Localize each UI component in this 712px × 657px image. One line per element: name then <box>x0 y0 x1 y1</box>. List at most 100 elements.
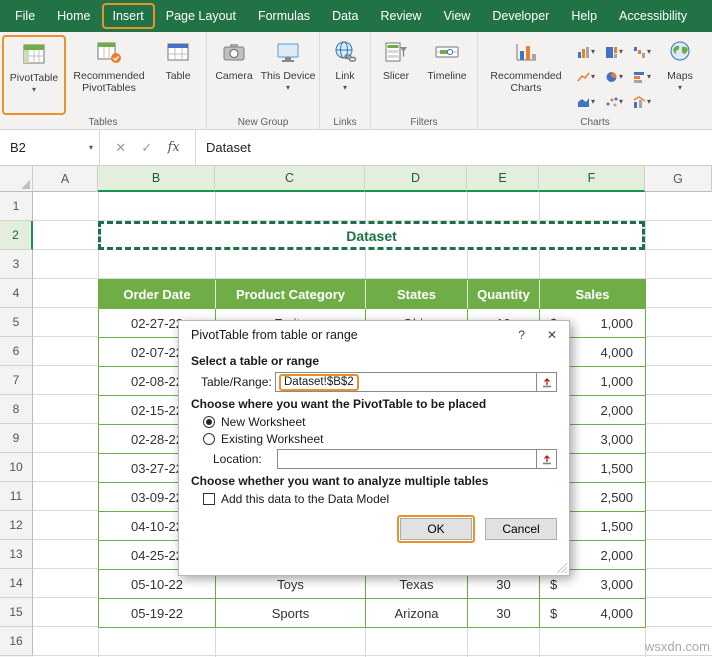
pie-chart-icon[interactable]: ▾ <box>600 64 628 89</box>
row-header[interactable]: 10 <box>0 453 33 482</box>
row-header[interactable]: 2 <box>0 221 33 250</box>
help-icon[interactable]: ? <box>518 328 525 342</box>
line-chart-icon[interactable]: ▾ <box>572 64 600 89</box>
tab-formulas[interactable]: Formulas <box>247 3 321 29</box>
cancel-icon[interactable]: ✕ <box>115 140 126 156</box>
tab-data[interactable]: Data <box>321 3 369 29</box>
row-header[interactable]: 11 <box>0 482 33 511</box>
name-box-dropdown-icon[interactable]: ▾ <box>89 143 93 152</box>
table-cell[interactable]: Sports <box>216 599 366 628</box>
area-chart-icon[interactable]: ▾ <box>572 89 600 114</box>
scatter-chart-icon[interactable]: ▾ <box>600 89 628 114</box>
maps-button[interactable]: Maps ▾ <box>656 35 704 115</box>
table-cell[interactable]: 30 <box>468 599 540 628</box>
row-header[interactable]: 6 <box>0 337 33 366</box>
waterfall-chart-icon[interactable]: ▾ <box>628 39 656 64</box>
ok-button[interactable]: OK <box>400 518 472 540</box>
column-header-a[interactable]: A <box>33 166 98 192</box>
table-header-cell[interactable]: Sales <box>540 280 646 309</box>
row-header[interactable]: 13 <box>0 540 33 569</box>
column-header-e[interactable]: E <box>467 166 539 192</box>
location-input[interactable] <box>277 449 537 469</box>
hierarchy-chart-icon[interactable]: ▾ <box>600 39 628 64</box>
chevron-down-icon: ▾ <box>285 83 290 93</box>
tab-view[interactable]: View <box>432 3 481 29</box>
camera-icon <box>221 39 247 68</box>
combo-chart-icon[interactable]: ▾ <box>628 89 656 114</box>
column-header-c[interactable]: C <box>215 166 365 192</box>
row-header[interactable]: 8 <box>0 395 33 424</box>
location-label: Location: <box>213 452 262 466</box>
watermark: wsxdn.com <box>644 639 710 654</box>
pivottable-button[interactable]: PivotTable ▾ <box>2 35 66 115</box>
tab-help[interactable]: Help <box>560 3 608 29</box>
row-header[interactable]: 4 <box>0 279 33 308</box>
close-icon[interactable]: ✕ <box>547 328 557 342</box>
insert-function-icon[interactable]: fx <box>168 140 180 155</box>
column-header-d[interactable]: D <box>365 166 467 192</box>
resize-grip[interactable] <box>557 563 567 573</box>
recommended-pivottables-button[interactable]: Recommended PivotTables <box>66 35 152 115</box>
bar-chart-icon[interactable]: ▾ <box>628 64 656 89</box>
tab-file[interactable]: File <box>4 3 46 29</box>
table-range-input[interactable]: Dataset!$B$2 <box>275 372 537 392</box>
tab-review[interactable]: Review <box>369 3 432 29</box>
column-header-g[interactable]: G <box>645 166 712 192</box>
enter-icon[interactable]: ✓ <box>141 140 152 156</box>
camera-button[interactable]: Camera <box>209 35 259 115</box>
pivottable-label: PivotTable <box>9 72 59 84</box>
link-label: Link <box>335 70 355 82</box>
row-header[interactable]: 5 <box>0 308 33 337</box>
row-header[interactable]: 1 <box>0 192 33 221</box>
tab-home[interactable]: Home <box>46 3 101 29</box>
existing-worksheet-radio[interactable] <box>203 433 215 445</box>
table-header-cell[interactable]: Order Date <box>99 280 216 309</box>
ribbon-tab-bar: File Home Insert Page Layout Formulas Da… <box>0 0 712 32</box>
row-header[interactable]: 7 <box>0 366 33 395</box>
table-cell[interactable]: Arizona <box>366 599 468 628</box>
maps-label: Maps <box>667 70 693 82</box>
new-worksheet-radio[interactable] <box>203 416 215 428</box>
table-header-cell[interactable]: States <box>366 280 468 309</box>
table-cell[interactable]: $4,000 <box>540 599 646 628</box>
column-header-f[interactable]: F <box>539 166 645 192</box>
this-device-label: This Device <box>260 70 316 82</box>
row-header[interactable]: 16 <box>0 627 33 656</box>
slicer-button[interactable]: Slicer <box>373 35 419 115</box>
tab-page-layout[interactable]: Page Layout <box>155 3 247 29</box>
formula-input[interactable]: Dataset <box>196 130 712 165</box>
column-headers: A B C D E F G <box>0 166 712 192</box>
tab-developer[interactable]: Developer <box>481 3 560 29</box>
select-all-corner[interactable] <box>0 166 33 191</box>
table-header-cell[interactable]: Quantity <box>468 280 540 309</box>
collapse-dialog-icon[interactable] <box>537 449 557 469</box>
row-header[interactable]: 14 <box>0 569 33 598</box>
tab-accessibility[interactable]: Accessibility <box>608 3 698 29</box>
table-header-cell[interactable]: Product Category <box>216 280 366 309</box>
row-header[interactable]: 15 <box>0 598 33 627</box>
row-header[interactable]: 12 <box>0 511 33 540</box>
section-select-range: Select a table or range <box>191 354 320 368</box>
link-button[interactable]: Link ▾ <box>322 35 368 115</box>
collapse-dialog-icon[interactable] <box>537 372 557 392</box>
this-device-icon <box>275 39 301 68</box>
data-model-checkbox[interactable] <box>203 493 215 505</box>
data-model-label: Add this data to the Data Model <box>221 492 390 506</box>
chevron-down-icon: ▾ <box>342 83 347 93</box>
group-label-tables: Tables <box>88 117 118 128</box>
table-cell[interactable]: 05-19-22 <box>99 599 216 628</box>
column-header-b[interactable]: B <box>98 166 215 192</box>
cancel-button[interactable]: Cancel <box>485 518 557 540</box>
this-device-button[interactable]: This Device ▾ <box>259 35 317 115</box>
recommended-charts-button[interactable]: Recommended Charts <box>480 35 572 115</box>
timeline-button[interactable]: Timeline <box>419 35 475 115</box>
name-box[interactable]: B2 ▾ <box>0 130 100 165</box>
tab-insert[interactable]: Insert <box>101 3 155 29</box>
column-chart-icon[interactable]: ▾ <box>572 39 600 64</box>
row-header[interactable]: 9 <box>0 424 33 453</box>
ribbon-group-charts: Recommended Charts ▾ ▾ ▾ ▾ ▾ ▾ ▾ ▾ ▾ Map… <box>478 32 712 129</box>
dataset-title-cell[interactable]: Dataset <box>98 221 645 250</box>
dialog-title-bar[interactable]: PivotTable from table or range ? ✕ <box>179 321 569 349</box>
row-header[interactable]: 3 <box>0 250 33 279</box>
table-button[interactable]: Table <box>152 35 204 115</box>
